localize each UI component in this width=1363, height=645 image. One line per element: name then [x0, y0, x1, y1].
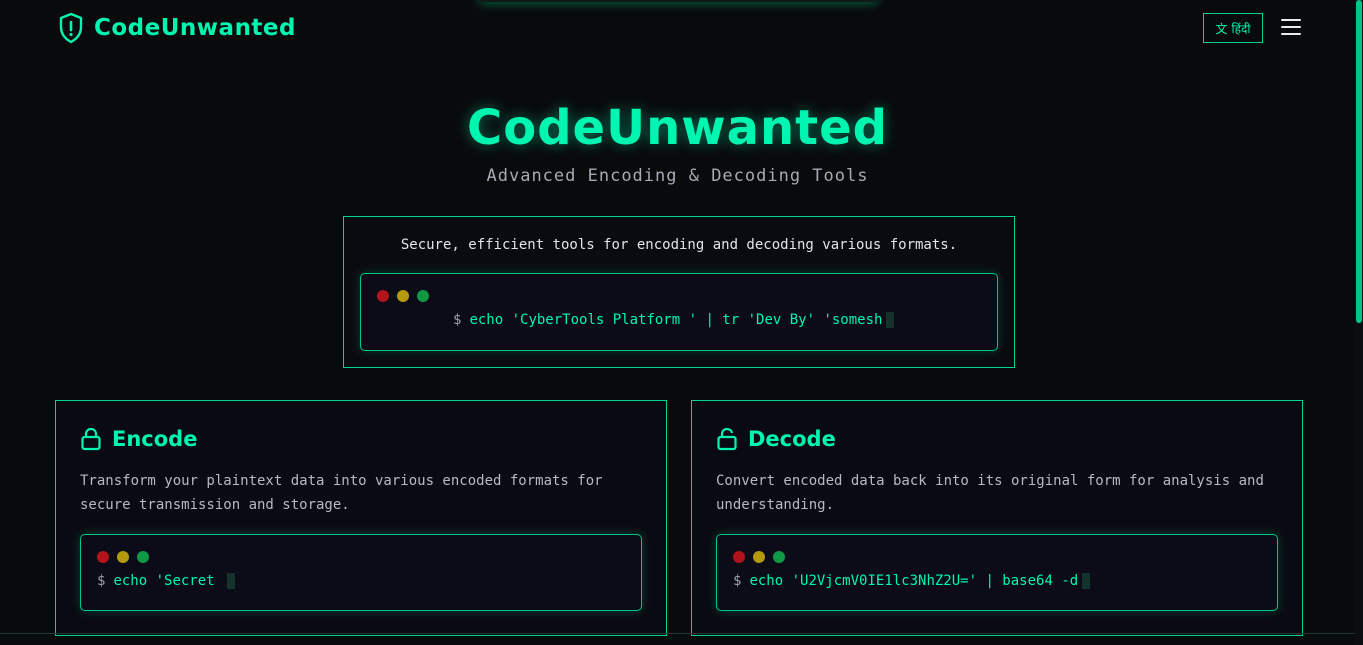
scrollbar-thumb[interactable] [1356, 0, 1362, 323]
decode-card-description: Convert encoded data back into its origi… [716, 473, 1264, 513]
shield-alert-icon [59, 12, 83, 44]
terminal-command: echo 'CyberTools Platform ' | tr 'Dev By… [469, 312, 883, 328]
encode-card-title: Encode [112, 427, 198, 451]
language-toggle-button[interactable]: 文 हिंदी [1203, 13, 1263, 43]
decode-card[interactable]: Decode Convert encoded data back into it… [691, 400, 1303, 636]
section-divider [0, 633, 1355, 634]
close-dot-icon [97, 551, 109, 563]
intro-panel: Secure, efficient tools for encoding and… [343, 216, 1015, 368]
lock-icon [81, 427, 101, 451]
close-dot-icon [733, 551, 745, 563]
decode-card-header: Decode [716, 427, 836, 451]
decode-card-title: Decode [748, 427, 836, 451]
encode-card-header: Encode [80, 427, 197, 451]
encode-card[interactable]: Encode Transform your plaintext data int… [55, 400, 667, 636]
translate-icon: 文 [1215, 21, 1228, 36]
hamburger-menu-icon[interactable] [1281, 19, 1301, 37]
encode-card-description: Transform your plaintext data into vario… [80, 473, 603, 513]
terminal-command-line: $ echo 'Secret [97, 573, 236, 589]
terminal-command-line: $ echo 'CyberTools Platform ' | tr 'Dev … [453, 312, 895, 328]
window-dots [97, 551, 157, 563]
terminal-cursor [886, 312, 895, 328]
terminal-prompt: $ [733, 573, 742, 589]
page-scrollbar[interactable] [1355, 0, 1363, 645]
minimize-dot-icon [753, 551, 765, 563]
decode-terminal: $ echo 'U2VjcmV0IE1lc3NhZ2U=' | base64 -… [716, 534, 1278, 611]
terminal-command: echo 'U2VjcmV0IE1lc3NhZ2U=' | base64 -d [749, 573, 1079, 589]
terminal-prompt: $ [97, 573, 106, 589]
maximize-dot-icon [137, 551, 149, 563]
terminal-command: echo 'Secret [113, 573, 224, 589]
terminal-command-line: $ echo 'U2VjcmV0IE1lc3NhZ2U=' | base64 -… [733, 573, 1091, 589]
brand-name: CodeUnwanted [94, 15, 296, 41]
window-dots [377, 290, 437, 302]
maximize-dot-icon [773, 551, 785, 563]
minimize-dot-icon [397, 290, 409, 302]
navbar: CodeUnwanted 文 हिंदी [0, 0, 1355, 56]
language-label: हिंदी [1231, 21, 1251, 36]
terminal-prompt: $ [453, 312, 462, 328]
intro-text: Secure, efficient tools for encoding and… [400, 237, 958, 253]
terminal-cursor [1082, 573, 1091, 589]
brand-link[interactable]: CodeUnwanted [58, 12, 296, 44]
terminal-cursor [227, 573, 236, 589]
minimize-dot-icon [117, 551, 129, 563]
close-dot-icon [377, 290, 389, 302]
window-dots [733, 551, 793, 563]
hero-terminal: $ echo 'CyberTools Platform ' | tr 'Dev … [360, 273, 998, 351]
hero-title: CodeUnwanted [466, 100, 889, 156]
unlock-icon [717, 427, 737, 451]
hero-subtitle: Advanced Encoding & Decoding Tools [486, 166, 869, 186]
maximize-dot-icon [417, 290, 429, 302]
encode-terminal: $ echo 'Secret [80, 534, 642, 611]
